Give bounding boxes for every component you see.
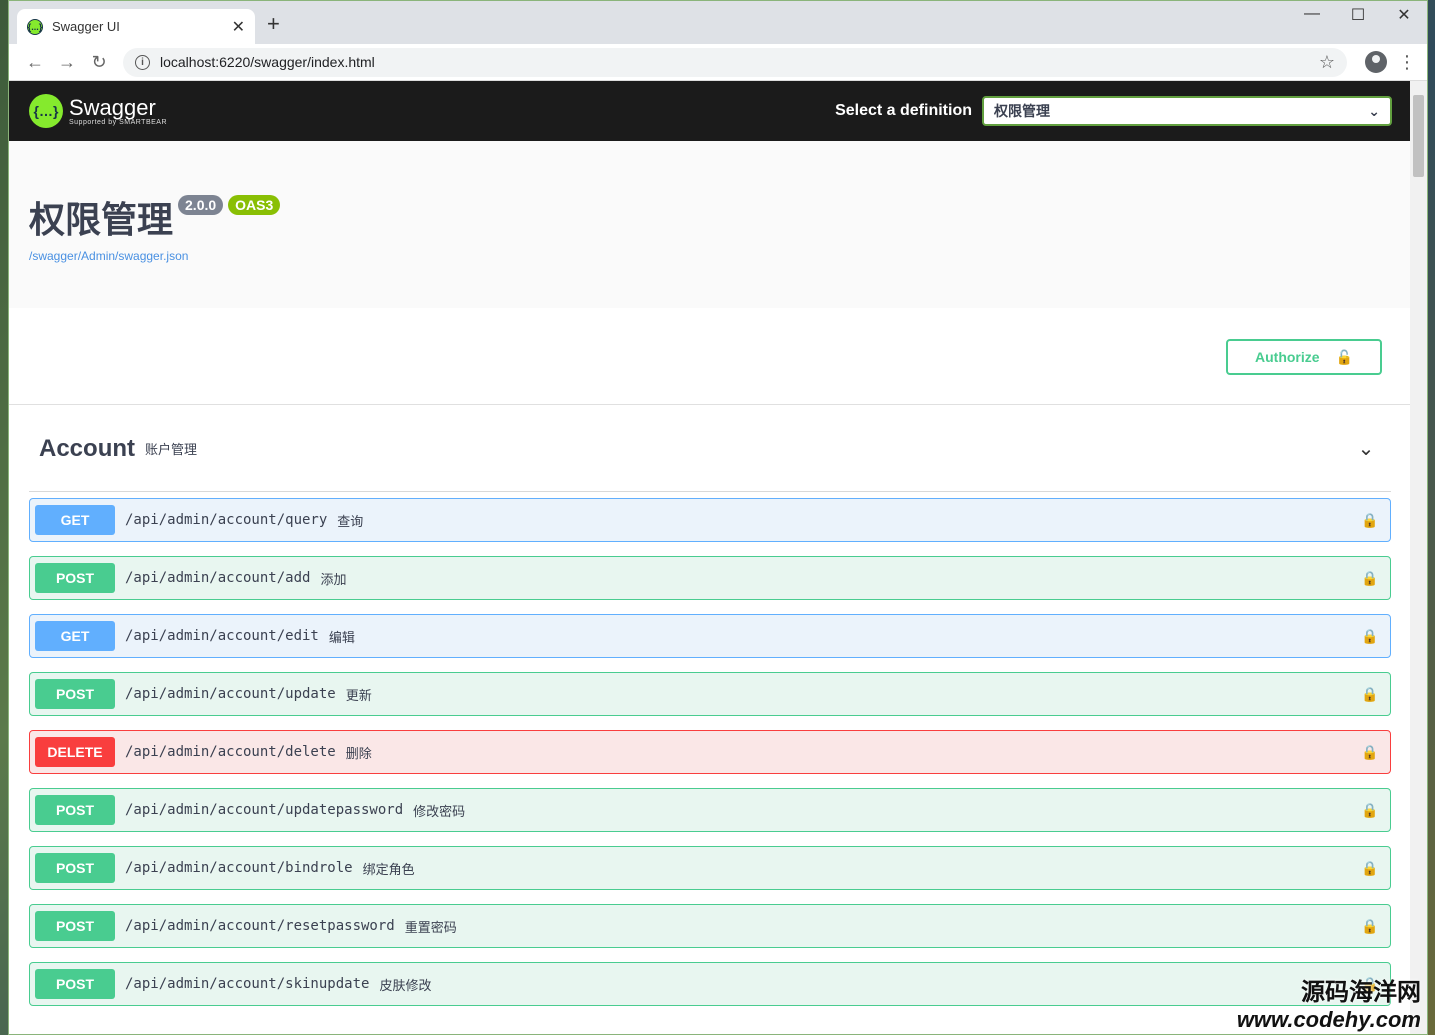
operation-summary: 添加 bbox=[320, 571, 347, 587]
bookmark-star-icon[interactable]: ☆ bbox=[1319, 52, 1335, 73]
operation-summary: 更新 bbox=[345, 687, 372, 703]
swagger-logo[interactable]: {…} Swagger Supported by SMARTBEAR bbox=[29, 94, 167, 128]
operation-path: /api/admin/account/bindrole bbox=[125, 860, 353, 876]
profile-avatar-icon[interactable] bbox=[1365, 51, 1387, 73]
new-tab-icon[interactable]: + bbox=[267, 11, 280, 37]
authorize-label: Authorize bbox=[1255, 349, 1320, 365]
method-badge: GET bbox=[35, 505, 115, 535]
method-badge: POST bbox=[35, 795, 115, 825]
back-icon[interactable]: ← bbox=[19, 52, 51, 73]
method-badge: POST bbox=[35, 679, 115, 709]
chevron-down-icon: ⌄ bbox=[1368, 102, 1380, 119]
operation-row[interactable]: POST/api/admin/account/updatepassword 修改密… bbox=[29, 788, 1391, 832]
close-window-icon[interactable]: ✕ bbox=[1381, 5, 1427, 25]
operation-row[interactable]: POST/api/admin/account/add 添加 🔒 bbox=[29, 556, 1391, 600]
spec-url-link[interactable]: /swagger/Admin/swagger.json bbox=[29, 249, 1392, 263]
forward-icon[interactable]: → bbox=[51, 52, 83, 73]
operation-path: /api/admin/account/skinupdate bbox=[125, 976, 370, 992]
swagger-logo-icon: {…} bbox=[29, 94, 63, 128]
page-title: 权限管理 bbox=[29, 199, 174, 240]
operation-summary: 编辑 bbox=[328, 629, 355, 645]
operations-list: GET/api/admin/account/query 查询 🔒 POST/api/a… bbox=[29, 498, 1391, 1006]
lock-icon[interactable]: 🔒 bbox=[1355, 744, 1385, 761]
unlock-icon: 🔓 bbox=[1335, 348, 1353, 365]
operation-row[interactable]: POST/api/admin/account/update 更新 🔒 bbox=[29, 672, 1391, 716]
reload-icon[interactable]: ↻ bbox=[83, 52, 115, 73]
method-badge: POST bbox=[35, 853, 115, 883]
operation-path: /api/admin/account/query bbox=[125, 512, 328, 528]
operation-summary: 查询 bbox=[337, 513, 364, 529]
operation-path: /api/admin/account/edit bbox=[125, 628, 319, 644]
watermark-line-1: 源码海洋网 bbox=[1301, 979, 1421, 1006]
tag-description: 账户管理 bbox=[145, 442, 198, 457]
tab-title: Swagger UI bbox=[52, 19, 120, 34]
method-badge: POST bbox=[35, 969, 115, 999]
scrollbar-thumb[interactable] bbox=[1413, 95, 1424, 177]
oas-badge: OAS3 bbox=[228, 195, 281, 215]
tag-header[interactable]: Account 账户管理 ⌄ bbox=[29, 406, 1391, 492]
logo-subtitle: Supported by SMARTBEAR bbox=[69, 118, 168, 126]
close-tab-icon[interactable]: ✕ bbox=[232, 17, 245, 37]
tag-section-account: Account 账户管理 ⌄ GET/api/admin/account/que… bbox=[29, 406, 1391, 1006]
maximize-icon[interactable]: ☐ bbox=[1335, 5, 1381, 25]
browser-window: {...} Swagger UI ✕ + — ☐ ✕ ← → ↻ i local… bbox=[8, 0, 1428, 1035]
api-info: 权限管理 2.0.0 OAS3 /swagger/Admin/swagger.j… bbox=[9, 141, 1412, 308]
method-badge: POST bbox=[35, 563, 115, 593]
tag-name: Account bbox=[39, 434, 135, 462]
url-text[interactable]: localhost:6220/swagger/index.html bbox=[160, 54, 1319, 70]
lock-icon[interactable]: 🔒 bbox=[1355, 860, 1385, 877]
address-bar[interactable]: i localhost:6220/swagger/index.html ☆ bbox=[123, 47, 1347, 77]
operation-summary: 修改密码 bbox=[413, 803, 466, 819]
operation-summary: 删除 bbox=[345, 745, 372, 761]
vertical-scrollbar[interactable] bbox=[1410, 81, 1427, 1034]
lock-icon[interactable]: 🔒 bbox=[1355, 628, 1385, 645]
definition-value: 权限管理 bbox=[994, 103, 1050, 119]
method-badge: GET bbox=[35, 621, 115, 651]
operation-path: /api/admin/account/resetpassword bbox=[125, 918, 395, 934]
browser-menu-icon[interactable]: ⋮ bbox=[1397, 52, 1417, 73]
method-badge: DELETE bbox=[35, 737, 115, 767]
lock-icon[interactable]: 🔒 bbox=[1355, 686, 1385, 703]
minimize-icon[interactable]: — bbox=[1289, 5, 1335, 23]
operation-row[interactable]: GET/api/admin/account/edit 编辑 🔒 bbox=[29, 614, 1391, 658]
definition-selector: Select a definition 权限管理 ⌄ bbox=[835, 96, 1392, 126]
definition-select[interactable]: 权限管理 ⌄ bbox=[982, 96, 1392, 126]
chevron-down-icon[interactable]: ⌄ bbox=[1351, 436, 1381, 461]
operation-summary: 绑定角色 bbox=[362, 861, 415, 877]
operation-path: /api/admin/account/add bbox=[125, 570, 311, 586]
operation-row[interactable]: POST/api/admin/account/bindrole 绑定角色 🔒 bbox=[29, 846, 1391, 890]
lock-icon[interactable]: 🔒 bbox=[1355, 802, 1385, 819]
logo-name: Swagger bbox=[69, 94, 156, 120]
operation-row[interactable]: POST/api/admin/account/skinupdate 皮肤修改 🔒 bbox=[29, 962, 1391, 1006]
site-info-icon[interactable]: i bbox=[135, 54, 150, 70]
swagger-topbar: {…} Swagger Supported by SMARTBEAR Selec… bbox=[9, 81, 1412, 141]
operation-summary: 重置密码 bbox=[404, 919, 457, 935]
auth-wrapper: Authorize 🔓 bbox=[9, 308, 1412, 405]
operation-row[interactable]: DELETE/api/admin/account/delete 删除 🔒 bbox=[29, 730, 1391, 774]
page-content: {…} Swagger Supported by SMARTBEAR Selec… bbox=[9, 81, 1412, 1034]
operation-summary: 皮肤修改 bbox=[379, 977, 432, 993]
operation-path: /api/admin/account/updatepassword bbox=[125, 802, 404, 818]
watermark-line-2: www.codehy.com bbox=[1236, 1007, 1421, 1032]
operation-row[interactable]: GET/api/admin/account/query 查询 🔒 bbox=[29, 498, 1391, 542]
lock-icon[interactable]: 🔒 bbox=[1355, 512, 1385, 529]
api-title-row: 权限管理 2.0.0 OAS3 bbox=[29, 191, 1392, 243]
watermark: 源码海洋网 www.codehy.com bbox=[1237, 972, 1421, 1033]
lock-icon[interactable]: 🔒 bbox=[1355, 570, 1385, 587]
authorize-button[interactable]: Authorize 🔓 bbox=[1226, 339, 1382, 375]
method-badge: POST bbox=[35, 911, 115, 941]
operation-row[interactable]: POST/api/admin/account/resetpassword 重置密码… bbox=[29, 904, 1391, 948]
operation-path: /api/admin/account/delete bbox=[125, 744, 336, 760]
lock-icon[interactable]: 🔒 bbox=[1355, 918, 1385, 935]
operation-path: /api/admin/account/update bbox=[125, 686, 336, 702]
version-badge: 2.0.0 bbox=[178, 195, 224, 215]
browser-toolbar: ← → ↻ i localhost:6220/swagger/index.htm… bbox=[9, 44, 1427, 81]
swagger-favicon-icon: {...} bbox=[27, 18, 43, 35]
tab-strip: {...} Swagger UI ✕ + — ☐ ✕ bbox=[9, 1, 1427, 44]
definition-label: Select a definition bbox=[835, 102, 972, 119]
browser-tab[interactable]: {...} Swagger UI ✕ bbox=[17, 9, 255, 44]
